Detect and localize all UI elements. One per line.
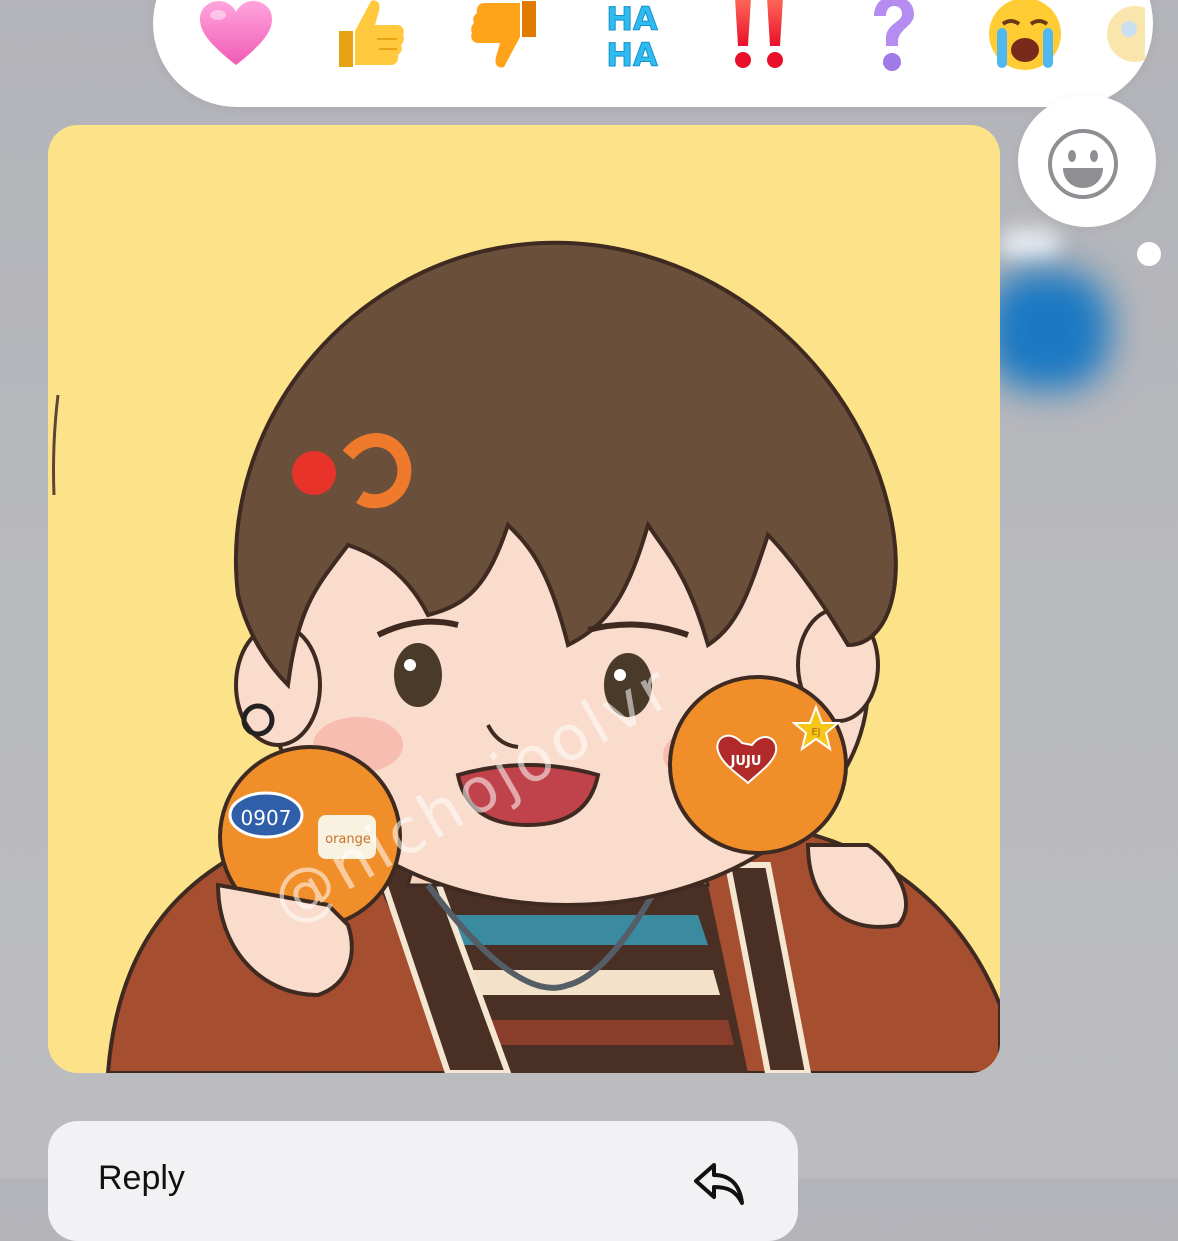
reply-label: Reply xyxy=(98,1159,185,1197)
illustration-image: 0907 orange JUJU EJ @nichojoolvr xyxy=(48,125,1000,1073)
thumbs-up-reaction-button[interactable] xyxy=(320,0,420,76)
sticker-juju: JUJU xyxy=(730,754,762,769)
sticker-0907: 0907 xyxy=(241,806,292,830)
partial-emoji-icon xyxy=(1107,6,1145,62)
heart-reaction-button[interactable] xyxy=(186,0,286,76)
double-exclamation-icon xyxy=(735,0,783,68)
thumbs-up-icon xyxy=(339,0,404,67)
sticker-ej: EJ xyxy=(811,727,820,738)
exclamation-reaction-button[interactable] xyxy=(710,0,810,76)
haha-reaction-button[interactable]: HA HA xyxy=(582,0,682,76)
thumbs-down-reaction-button[interactable] xyxy=(455,0,555,76)
reply-menu-item[interactable]: Reply xyxy=(48,1121,798,1231)
haha-line-2: HA xyxy=(606,36,658,74)
haha-line-1: HA xyxy=(606,0,658,38)
crying-reaction-button[interactable] xyxy=(975,0,1075,76)
image-message[interactable]: 0907 orange JUJU EJ @nichojoolvr xyxy=(48,125,1000,1073)
context-menu: Reply xyxy=(48,1121,798,1241)
smiley-icon[interactable] xyxy=(1047,128,1119,200)
blurred-message-bubble xyxy=(985,270,1110,390)
question-mark-icon xyxy=(874,0,914,71)
crying-face-icon xyxy=(989,0,1061,70)
reply-arrow-icon xyxy=(694,1163,744,1205)
more-reaction-button[interactable] xyxy=(1090,0,1150,76)
thumbs-down-icon xyxy=(471,1,536,68)
bubble-tail-dot xyxy=(1137,242,1161,266)
question-reaction-button[interactable] xyxy=(842,0,942,76)
heart-icon xyxy=(200,1,272,65)
haha-icon: HA HA xyxy=(606,0,659,74)
blurred-background xyxy=(1000,230,1060,260)
